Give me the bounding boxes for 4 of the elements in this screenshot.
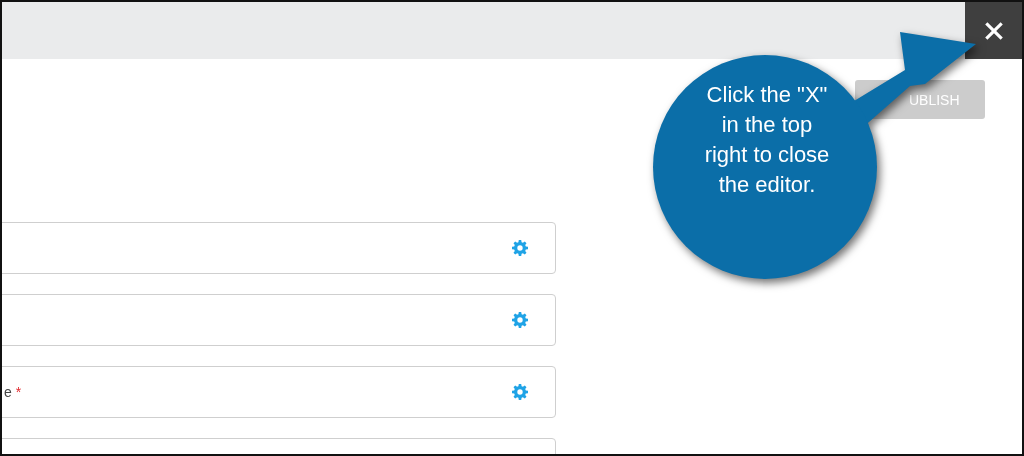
callout-text: Click the "X" in the top right to close the editor.: [703, 81, 831, 199]
required-mark: *: [15, 384, 22, 400]
input-field[interactable]: e *: [2, 366, 556, 418]
field-label: e: [4, 384, 12, 400]
